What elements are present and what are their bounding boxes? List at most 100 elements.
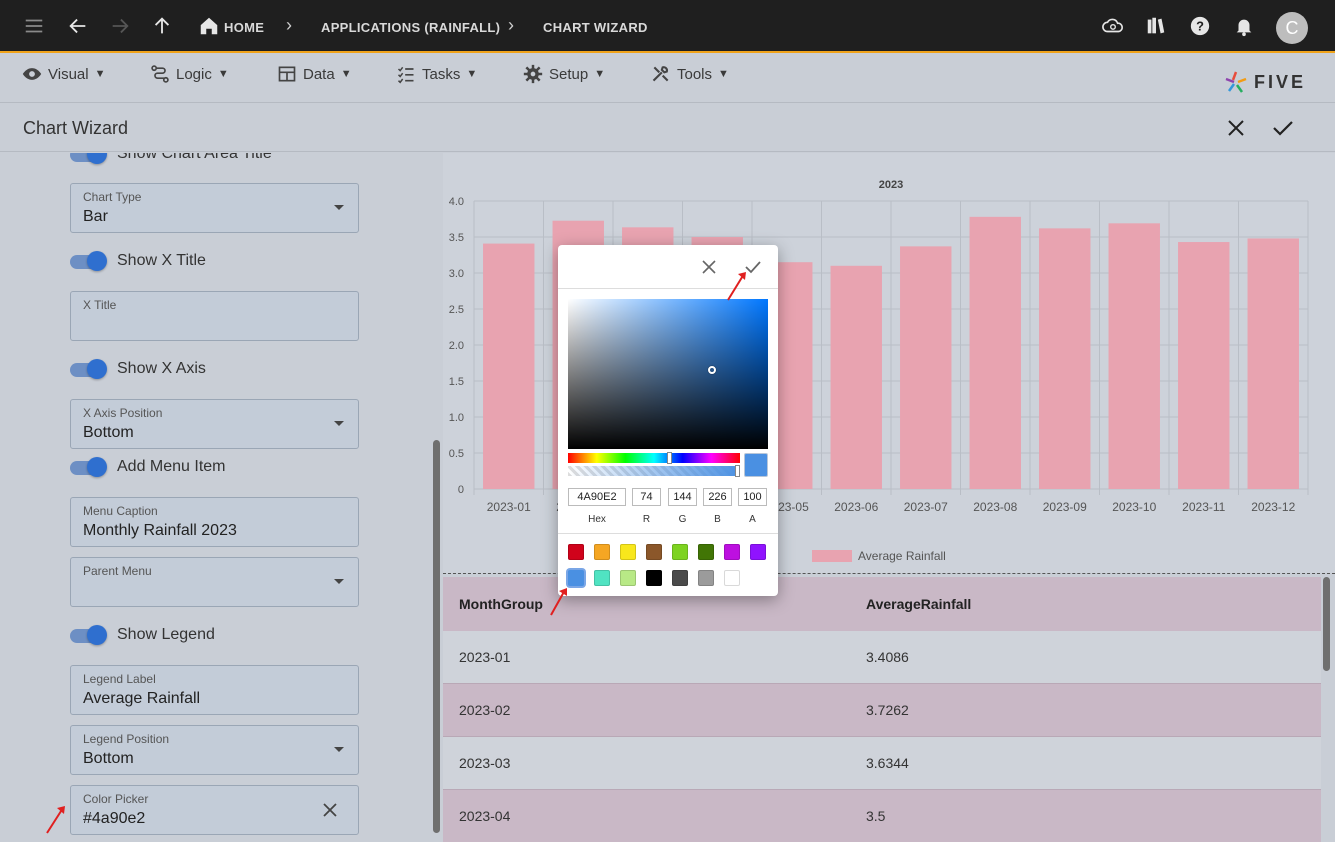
hue-slider-thumb[interactable] [667, 452, 673, 464]
parent-menu-select[interactable]: Parent Menu [70, 557, 359, 607]
caret-down-icon: ▼ [94, 68, 106, 80]
title-bar: Chart Wizard [0, 104, 1335, 152]
color-swatch[interactable] [646, 544, 662, 560]
table-row[interactable]: 2023-01 3.4086 [443, 631, 1321, 684]
red-input[interactable]: 74 [632, 488, 661, 506]
x-tick-label: 2023-07 [904, 500, 948, 514]
color-swatch[interactable] [750, 544, 766, 560]
legend-position-select[interactable]: Legend Position Bottom [70, 725, 359, 775]
notification-bell-icon[interactable] [1232, 14, 1256, 38]
breadcrumb-home[interactable]: HOME [224, 20, 264, 35]
library-books-icon[interactable] [1144, 14, 1168, 38]
legend-label-field[interactable]: Legend Label Average Rainfall [70, 665, 359, 715]
x-axis-position-select[interactable]: X Axis Position Bottom [70, 399, 359, 449]
help-icon[interactable]: ? [1188, 14, 1212, 38]
y-tick-label: 4.0 [449, 196, 464, 208]
hue-slider[interactable] [568, 453, 740, 463]
up-arrow-icon[interactable] [150, 14, 174, 38]
color-swatch[interactable] [620, 570, 636, 586]
forward-arrow-icon[interactable] [108, 14, 132, 38]
menu-visual[interactable]: Visual ▼ [22, 64, 105, 84]
avatar[interactable]: C [1276, 12, 1308, 44]
color-picker-label: Color Picker [83, 792, 149, 806]
eye-icon [22, 68, 42, 80]
add-menu-item-label: Add Menu Item [117, 458, 226, 475]
bar [483, 243, 535, 489]
menu-data[interactable]: Data ▼ [277, 64, 352, 84]
caret-down-icon: ▼ [718, 68, 729, 80]
bar [830, 265, 882, 489]
color-picker-field[interactable]: Color Picker #4a90e2 [70, 785, 359, 835]
show-x-title-toggle[interactable] [70, 251, 108, 271]
cancel-button[interactable] [1224, 116, 1248, 140]
hamburger-menu-icon[interactable] [22, 14, 46, 38]
alpha-input[interactable]: 100 [738, 488, 767, 506]
home-icon[interactable] [197, 14, 221, 38]
color-swatch[interactable] [724, 544, 740, 560]
tasks-icon [397, 66, 414, 84]
show-chart-area-title-toggle[interactable] [70, 153, 108, 164]
save-button[interactable] [1271, 116, 1295, 140]
x-axis-position-value: Bottom [83, 424, 134, 441]
table-row[interactable]: 2023-03 3.6344 [443, 737, 1321, 790]
saturation-cursor[interactable] [708, 366, 716, 374]
show-x-axis-toggle[interactable] [70, 359, 108, 379]
chart-settings-form: Show Chart Area Title Chart Type Bar Sho… [0, 153, 432, 842]
table-row[interactable]: 2023-04 3.5 [443, 790, 1321, 842]
menu-tools[interactable]: Tools ▼ [651, 64, 729, 84]
cloud-sync-icon[interactable] [1101, 14, 1125, 38]
saturation-area[interactable] [568, 299, 768, 449]
y-tick-label: 2.0 [449, 340, 464, 352]
logic-icon [151, 65, 169, 83]
breadcrumb-current: CHART WIZARD [543, 20, 648, 35]
chart-type-value: Bar [83, 208, 108, 225]
color-swatch[interactable] [724, 570, 740, 586]
clear-icon[interactable] [322, 802, 338, 818]
menu-logic[interactable]: Logic ▼ [150, 64, 229, 84]
color-swatch[interactable] [594, 544, 610, 560]
form-scrollbar[interactable] [432, 153, 443, 842]
green-input[interactable]: 144 [668, 488, 697, 506]
show-legend-toggle[interactable] [70, 625, 108, 645]
alpha-slider[interactable] [568, 466, 740, 476]
show-chart-area-title-label: Show Chart Area Title [117, 153, 272, 162]
table-row[interactable]: 2023-02 3.7262 [443, 684, 1321, 737]
x-axis-position-label: X Axis Position [83, 406, 163, 420]
blue-input[interactable]: 226 [703, 488, 732, 506]
color-swatch[interactable] [594, 570, 610, 586]
y-tick-label: 1.0 [449, 412, 464, 424]
menu-setup[interactable]: Setup ▼ [523, 64, 605, 84]
color-swatch[interactable] [568, 544, 584, 560]
x-title-label: X Title [83, 298, 117, 312]
picker-cancel-button[interactable] [699, 257, 719, 277]
color-swatch[interactable] [620, 544, 636, 560]
color-swatch[interactable] [698, 544, 714, 560]
menu-visual-label: Visual [48, 65, 89, 83]
green-label: G [678, 514, 687, 525]
column-header-averagerainfall[interactable]: AverageRainfall [866, 596, 971, 612]
caret-down-icon: ▼ [217, 68, 229, 80]
menu-tasks[interactable]: Tasks ▼ [396, 64, 477, 84]
legend-position-value: Bottom [83, 750, 134, 767]
hex-input[interactable]: 4A90E2 [568, 488, 626, 506]
x-title-field[interactable]: X Title [70, 291, 359, 341]
chart-type-select[interactable]: Chart Type Bar [70, 183, 359, 233]
color-swatch[interactable] [672, 570, 688, 586]
color-picker-value: #4a90e2 [83, 810, 146, 827]
alpha-slider-thumb[interactable] [735, 465, 740, 477]
menu-caption-field[interactable]: Menu Caption Monthly Rainfall 2023 [70, 497, 359, 547]
column-header-monthgroup[interactable]: MonthGroup [459, 596, 543, 612]
breadcrumb-applications[interactable]: APPLICATIONS (RAINFALL) [321, 20, 500, 35]
cell-monthgroup: 2023-03 [459, 755, 511, 771]
back-arrow-icon[interactable] [66, 14, 90, 38]
menu-data-label: Data [303, 65, 335, 83]
table-scrollbar[interactable] [1321, 577, 1333, 842]
color-swatch[interactable] [698, 570, 714, 586]
color-swatch[interactable] [672, 544, 688, 560]
add-menu-item-toggle[interactable] [70, 457, 108, 477]
five-logo: FIVE [1224, 70, 1306, 94]
parent-menu-label: Parent Menu [83, 564, 152, 578]
color-swatch[interactable] [646, 570, 662, 586]
caret-down-icon [334, 421, 344, 426]
caret-down-icon [334, 579, 344, 584]
